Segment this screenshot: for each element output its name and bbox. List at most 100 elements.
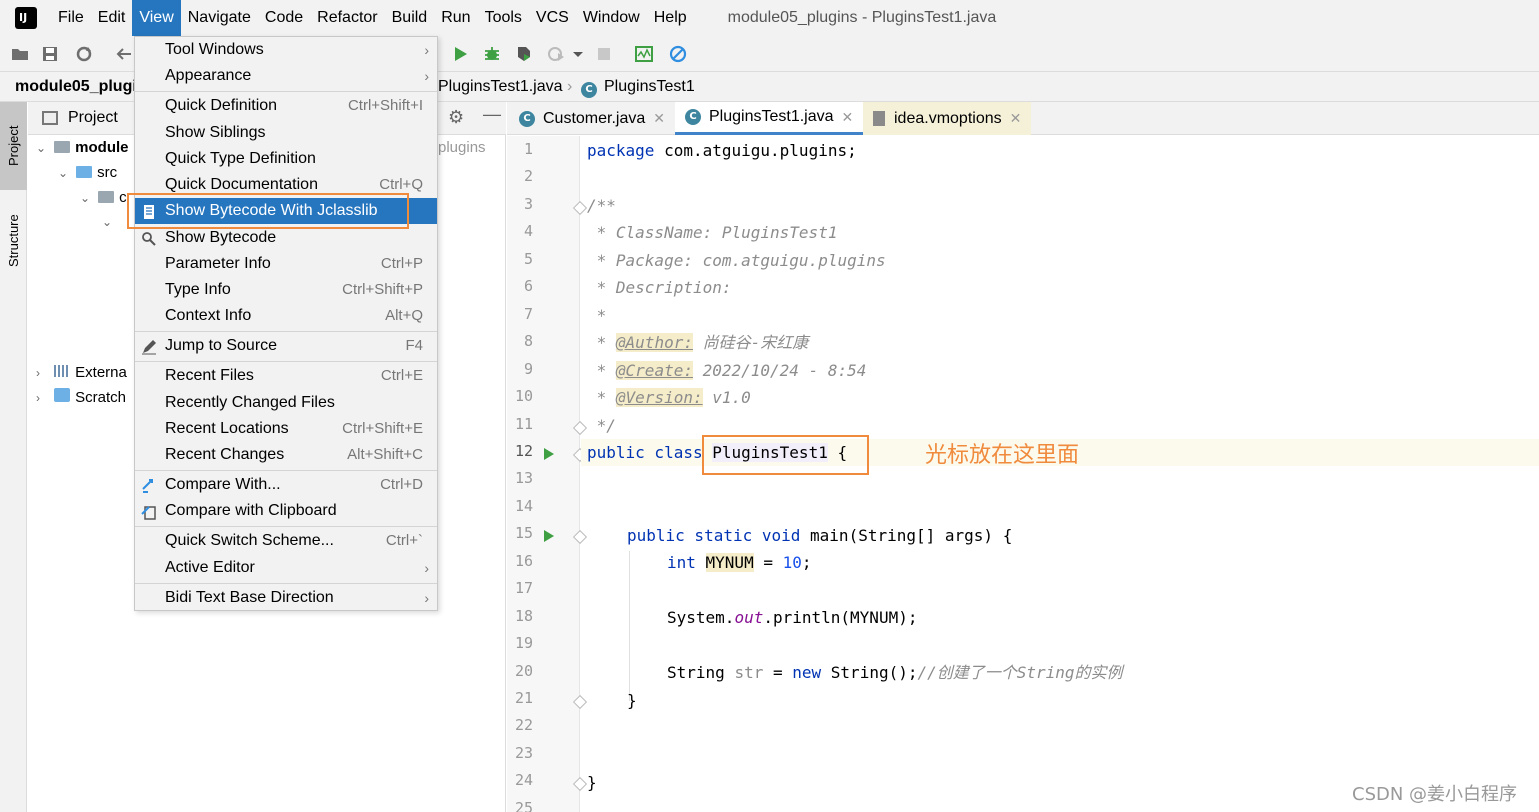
menu-vcs[interactable]: VCS [529, 0, 576, 36]
submenu-arrow-icon: › [424, 590, 429, 606]
menu-separator [135, 91, 437, 92]
cursor-annotation: 光标放在这里面 [925, 443, 1080, 468]
tree-external-label: Externa [75, 364, 127, 381]
tree-row-src[interactable]: ⌄ src [58, 161, 117, 185]
run-icon[interactable] [448, 42, 472, 66]
coverage-icon[interactable] [512, 42, 536, 66]
line-number: 9 [523, 359, 533, 378]
editor-tabs: C Customer.java ✕ C PluginsTest1.java ✕ idea… [507, 102, 1539, 135]
tab-customer-java[interactable]: C Customer.java ✕ [509, 102, 675, 135]
menu-code[interactable]: Code [258, 0, 310, 36]
run-dropdown-chevron-icon[interactable] [566, 42, 590, 66]
code-line-18: System.out.println(MYNUM); [667, 608, 918, 627]
open-folder-icon[interactable] [8, 42, 32, 66]
line-number: 10 [514, 387, 533, 406]
menu-item-recent-locations[interactable]: Recent Locations Ctrl+Shift+E [135, 416, 437, 442]
menu-item-context-info[interactable]: Context Info Alt+Q [135, 303, 437, 329]
debug-icon[interactable] [480, 42, 504, 66]
breadcrumb-file[interactable]: PluginsTest1.java [438, 78, 563, 96]
menu-item-compare-with[interactable]: Compare With... Ctrl+D [135, 472, 437, 498]
editor-gutter: 1 2 3 4 5 6 7 8 9 10 11 12 13 14 15 16 17 18 19 20 21 22 23 24 2… [507, 136, 588, 812]
menu-item-recent-changes[interactable]: Recent Changes Alt+Shift+C [135, 442, 437, 468]
line-number: 3 [523, 194, 533, 213]
tab-label: PluginsTest1.java [709, 108, 834, 125]
menu-item-quick-definition[interactable]: Quick Definition Ctrl+Shift+I [135, 93, 437, 119]
line-number: 18 [514, 606, 533, 625]
menu-view[interactable]: View [132, 0, 181, 36]
tab-label: idea.vmoptions [894, 109, 1002, 127]
tree-row-subpackage[interactable]: ⌄ [102, 210, 116, 234]
menu-build[interactable]: Build [385, 0, 435, 36]
breadcrumb-project[interactable]: module05_plugi [15, 78, 137, 96]
menu-separator [135, 470, 437, 471]
monitor-icon[interactable] [632, 42, 656, 66]
structure-tool-tab[interactable]: Structure [0, 196, 27, 286]
menu-file[interactable]: File [51, 0, 91, 36]
menu-item-recently-changed-files[interactable]: Recently Changed Files [135, 390, 437, 416]
menu-item-tool-windows[interactable]: Tool Windows › [135, 37, 437, 63]
profiler-icon[interactable] [544, 42, 568, 66]
close-icon[interactable]: ✕ [653, 110, 665, 127]
save-all-icon[interactable] [38, 42, 62, 66]
menu-item-bidi-text-direction[interactable]: Bidi Text Base Direction › [135, 585, 437, 611]
menu-item-appearance[interactable]: Appearance › [135, 63, 437, 89]
run-gutter-icon[interactable] [544, 530, 554, 543]
code-line-1: package com.atguigu.plugins; [587, 141, 857, 160]
project-panel-title[interactable]: Project [68, 109, 118, 127]
tab-idea-vmoptions[interactable]: idea.vmoptions ✕ [863, 102, 1032, 135]
chevron-right-icon[interactable]: › [36, 386, 50, 410]
chevron-down-icon[interactable]: ⌄ [102, 210, 116, 234]
line-number: 17 [514, 579, 533, 598]
line-number: 2 [523, 167, 533, 186]
line-number: 13 [514, 469, 533, 488]
menu-edit[interactable]: Edit [91, 0, 133, 36]
menu-item-jump-to-source[interactable]: Jump to Source F4 [135, 333, 437, 359]
chevron-right-icon[interactable]: › [36, 361, 50, 385]
menu-separator [135, 526, 437, 527]
tree-row-package[interactable]: ⌄ c [80, 186, 127, 210]
run-gutter-icon[interactable] [544, 447, 554, 460]
code-line-16: int MYNUM = 10; [667, 553, 812, 572]
chevron-down-icon[interactable]: ⌄ [80, 186, 94, 210]
menu-item-quick-switch-scheme[interactable]: Quick Switch Scheme... Ctrl+` [135, 528, 437, 554]
menu-run[interactable]: Run [434, 0, 477, 36]
line-number: 11 [514, 414, 533, 433]
menu-item-active-editor[interactable]: Active Editor › [135, 555, 437, 581]
minimize-icon[interactable]: — [483, 104, 501, 125]
menu-navigate[interactable]: Navigate [181, 0, 258, 36]
pencil-icon [141, 338, 157, 355]
package-folder-icon [98, 191, 115, 203]
breadcrumb-class[interactable]: PluginsTest1 [604, 78, 695, 96]
menu-item-parameter-info[interactable]: Parameter Info Ctrl+P [135, 251, 437, 277]
line-number: 4 [523, 222, 533, 241]
menu-tools[interactable]: Tools [478, 0, 529, 36]
source-folder-icon [76, 166, 93, 178]
menu-item-recent-files[interactable]: Recent Files Ctrl+E [135, 363, 437, 389]
menu-item-show-siblings[interactable]: Show Siblings [135, 120, 437, 146]
chevron-down-icon[interactable]: ⌄ [36, 136, 50, 160]
chevron-down-icon[interactable]: ⌄ [58, 161, 72, 185]
menu-item-compare-with-clipboard[interactable]: Compare with Clipboard [135, 498, 437, 524]
close-icon[interactable]: ✕ [842, 109, 854, 126]
sync-icon[interactable] [72, 42, 96, 66]
close-icon[interactable]: ✕ [1010, 110, 1022, 127]
menu-help[interactable]: Help [647, 0, 694, 36]
tree-row-module[interactable]: ⌄ module [36, 136, 129, 160]
class-icon: C [581, 79, 605, 98]
tab-pluginstest1-java[interactable]: C PluginsTest1.java ✕ [675, 102, 864, 135]
menu-window[interactable]: Window [576, 0, 647, 36]
settings-gear-icon[interactable]: ⚙ [448, 107, 464, 128]
menu-refactor[interactable]: Refactor [310, 0, 384, 36]
stop-icon[interactable] [592, 42, 616, 66]
project-tool-tab[interactable]: Project [0, 102, 27, 190]
menu-item-quick-type-definition[interactable]: Quick Type Definition [135, 146, 437, 172]
view-menu-dropdown: Tool Windows › Appearance › Quick Definiti… [134, 36, 438, 611]
back-arrow-icon[interactable] [112, 42, 136, 66]
indent-guide [629, 551, 630, 701]
tree-package-label: c [119, 189, 127, 206]
tree-row-scratches[interactable]: › Scratch [36, 386, 126, 410]
line-number: 8 [523, 332, 533, 351]
menu-item-type-info[interactable]: Type Info Ctrl+Shift+P [135, 277, 437, 303]
block-icon[interactable] [666, 42, 690, 66]
tree-row-external-libraries[interactable]: › Externa [36, 361, 127, 385]
